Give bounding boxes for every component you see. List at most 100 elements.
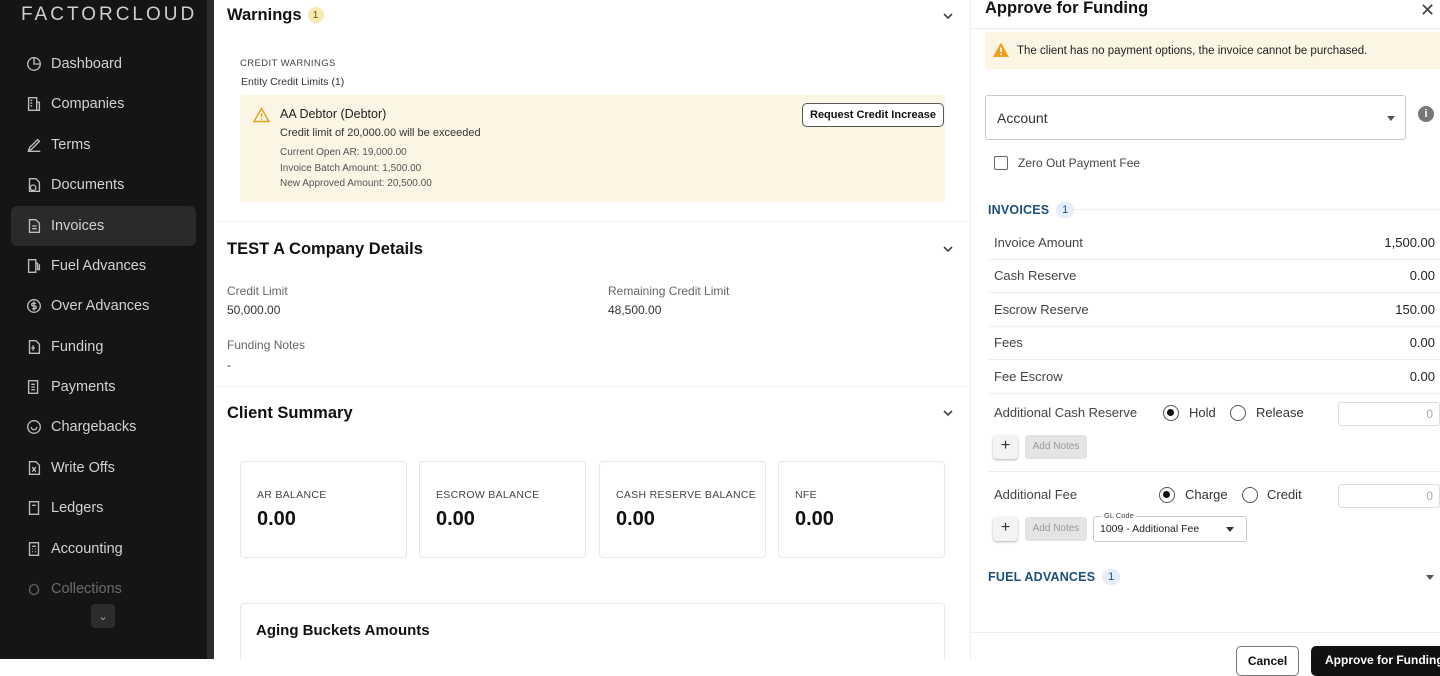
- release-radio[interactable]: [1230, 405, 1246, 421]
- sidebar-item-fuel-advances[interactable]: Fuel Advances: [11, 246, 196, 286]
- dollar-icon: [24, 296, 44, 316]
- fee-escrow-row: Fee Escrow 0.00: [988, 361, 1440, 394]
- credit-limit-value: 50,000.00: [227, 303, 281, 317]
- card-value: 0.00: [436, 508, 475, 530]
- request-credit-increase-button[interactable]: Request Credit Increase: [802, 103, 944, 127]
- sidebar-item-ledgers[interactable]: Ledgers: [11, 488, 196, 528]
- ar-balance-card: AR BALANCE 0.00: [240, 461, 407, 558]
- escrow-reserve-row: Escrow Reserve 150.00: [988, 294, 1440, 327]
- row-value: 0.00: [1409, 268, 1435, 283]
- warnings-title: Warnings: [227, 6, 302, 24]
- chevron-down-icon: ⌄: [98, 610, 108, 623]
- chevron-down-icon[interactable]: [941, 9, 955, 23]
- additional-cash-reserve-input[interactable]: 0: [1338, 402, 1440, 426]
- sidebar-item-dashboard[interactable]: Dashboard: [11, 44, 196, 84]
- row-label: Fees: [994, 335, 1023, 350]
- card-label: ESCROW BALANCE: [436, 489, 540, 501]
- write-offs-icon: [24, 458, 44, 478]
- warning-icon: [252, 107, 271, 128]
- row-label: Cash Reserve: [994, 268, 1077, 283]
- documents-icon: [24, 175, 44, 195]
- card-value: 0.00: [616, 508, 655, 530]
- additional-fee-input[interactable]: 0: [1338, 484, 1440, 508]
- card-value: 0.00: [257, 508, 296, 530]
- card-value: 0.00: [795, 508, 834, 530]
- account-select[interactable]: Account: [985, 95, 1406, 140]
- sidebar: FACTORCLOUD Dashboard Companies Terms Do…: [0, 0, 207, 659]
- divider: [988, 471, 1440, 472]
- sidebar-item-collections[interactable]: Collections: [11, 569, 196, 609]
- sidebar-expand-button[interactable]: ⌄: [91, 604, 115, 628]
- close-icon[interactable]: ✕: [1420, 0, 1435, 21]
- zero-out-fee-label: Zero Out Payment Fee: [1018, 156, 1141, 170]
- approve-for-funding-button[interactable]: Approve for Funding: [1311, 646, 1440, 676]
- main-content: Warnings 1 CREDIT WARNINGS Entity Credit …: [214, 0, 970, 659]
- escrow-balance-card: ESCROW BALANCE 0.00: [419, 461, 586, 558]
- fees-row: Fees 0.00: [988, 327, 1440, 360]
- payments-icon: [24, 377, 44, 397]
- additional-fee-label: Additional Fee: [994, 487, 1078, 502]
- row-label: Escrow Reserve: [994, 302, 1089, 317]
- credit-radio[interactable]: [1242, 487, 1258, 503]
- sidebar-item-payments[interactable]: Payments: [11, 367, 196, 407]
- cash-reserve-balance-card: CASH RESERVE BALANCE 0.00: [599, 461, 766, 558]
- add-notes-button[interactable]: Add Notes: [1025, 517, 1087, 541]
- gl-code-label: GL Code: [1102, 511, 1136, 520]
- fuel-advances-section-title[interactable]: FUEL ADVANCES 1: [988, 569, 1121, 585]
- invoices-section-title[interactable]: INVOICES 1: [988, 202, 1075, 218]
- hold-radio[interactable]: [1163, 405, 1179, 421]
- charge-radio[interactable]: [1159, 487, 1175, 503]
- row-label: Fee Escrow: [994, 369, 1063, 384]
- warning-icon: [992, 41, 1010, 59]
- panel-title: Approve for Funding: [985, 0, 1149, 17]
- row-value: 0.00: [1409, 369, 1435, 384]
- sidebar-item-companies[interactable]: Companies: [11, 84, 196, 124]
- approve-funding-panel: Approve for Funding ✕ The client has no …: [970, 0, 1440, 676]
- fuel-icon: [24, 256, 44, 276]
- sidebar-item-accounting[interactable]: Accounting: [11, 529, 196, 569]
- add-notes-button[interactable]: Add Notes: [1025, 435, 1087, 459]
- remaining-credit-value: 48,500.00: [608, 303, 662, 317]
- caret-down-icon: [1226, 527, 1234, 532]
- sidebar-item-write-offs[interactable]: Write Offs: [11, 448, 196, 488]
- funding-notes-value: -: [227, 358, 231, 372]
- plus-icon[interactable]: +: [993, 435, 1018, 459]
- sidebar-item-over-advances[interactable]: Over Advances: [11, 286, 196, 326]
- funding-icon: [24, 337, 44, 357]
- sidebar-item-label: Collections: [51, 581, 122, 597]
- sidebar-item-chargebacks[interactable]: Chargebacks: [11, 407, 196, 447]
- new-approved-amount: New Approved Amount: 20,500.00: [280, 178, 432, 189]
- invoice-batch-amount: Invoice Batch Amount: 1,500.00: [280, 163, 422, 174]
- company-details-title[interactable]: TEST A Company Details: [227, 240, 423, 259]
- zero-out-fee-checkbox[interactable]: [994, 156, 1008, 170]
- chevron-down-icon[interactable]: [941, 406, 955, 420]
- sidebar-item-terms[interactable]: Terms: [11, 125, 196, 165]
- funding-notes-label: Funding Notes: [227, 338, 306, 352]
- sidebar-item-documents[interactable]: Documents: [11, 165, 196, 205]
- row-value: 0.00: [1409, 335, 1435, 350]
- release-label: Release: [1256, 405, 1304, 420]
- row-value: 1,500.00: [1384, 235, 1435, 250]
- warnings-header[interactable]: Warnings 1: [227, 6, 324, 25]
- sidebar-item-label: Write Offs: [51, 460, 115, 476]
- info-icon[interactable]: i: [1418, 106, 1434, 122]
- gl-code-select[interactable]: GL Code 1009 - Additional Fee: [1093, 511, 1247, 542]
- gl-code-value: 1009 - Additional Fee: [1100, 523, 1200, 535]
- sidebar-item-funding[interactable]: Funding: [11, 327, 196, 367]
- cash-reserve-row: Cash Reserve 0.00: [988, 260, 1440, 293]
- sidebar-item-invoices[interactable]: Invoices: [11, 206, 196, 246]
- invoices-icon: [24, 216, 44, 236]
- cancel-button[interactable]: Cancel: [1236, 646, 1299, 676]
- caret-down-icon[interactable]: [1426, 575, 1434, 580]
- account-select-label: Account: [997, 110, 1048, 126]
- divider: [971, 28, 1440, 29]
- chevron-down-icon[interactable]: [941, 242, 955, 256]
- client-summary-title[interactable]: Client Summary: [227, 404, 353, 423]
- sidebar-item-label: Payments: [51, 379, 116, 395]
- sidebar-item-label: Chargebacks: [51, 419, 137, 435]
- hold-label: Hold: [1189, 405, 1216, 420]
- plus-icon[interactable]: +: [993, 517, 1018, 541]
- current-open-ar: Current Open AR: 19,000.00: [280, 147, 407, 158]
- dashboard-icon: [24, 54, 44, 74]
- aging-buckets-card: Aging Buckets Amounts: [240, 603, 945, 659]
